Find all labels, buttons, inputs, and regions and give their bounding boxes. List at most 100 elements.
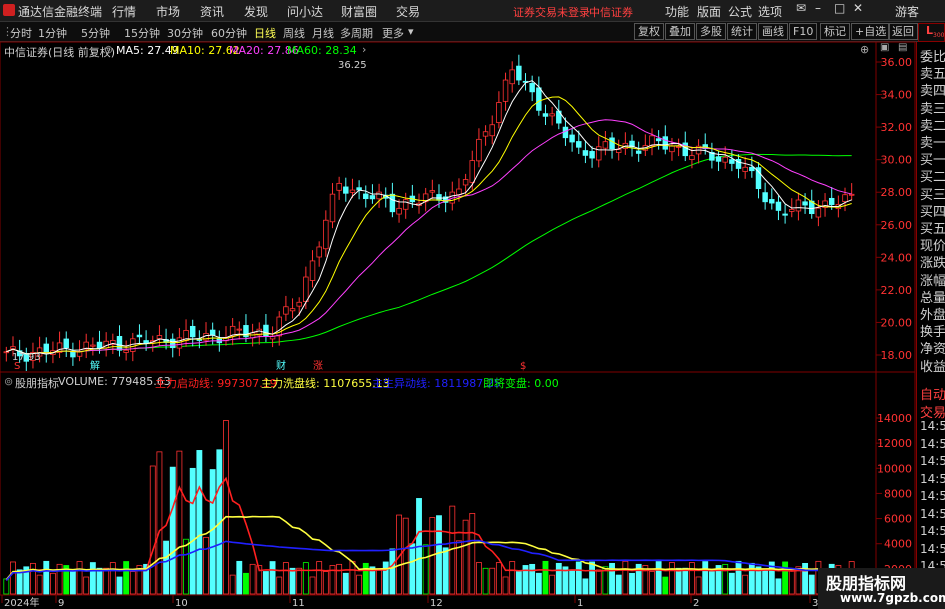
volume-bar [309,576,316,595]
volume-bar [549,574,556,595]
tick-time-label: 14:56 [920,436,945,451]
volume-bar [163,540,170,595]
candle-body [536,87,542,111]
volume-bar [695,576,702,595]
candle-body [529,83,535,93]
volume-bar [156,451,163,595]
volume-bar [209,469,216,595]
volume-bar [762,569,769,595]
volume-bar [109,562,116,595]
candle-body [189,325,196,338]
volume-bar [669,562,675,595]
volume-bar [442,547,449,595]
candle-body [116,336,123,351]
volume-bars [3,420,855,595]
candle-body [369,195,376,200]
candle-body [63,338,69,349]
candle-body [669,145,675,153]
chart-markers: 36.2517.93S 解财涨 $ [12,60,526,372]
volume-bar [229,574,236,595]
price-tick-label: 36.00 [881,56,913,69]
candle-body [462,179,469,186]
volume-bar [529,563,536,595]
volume-bar [289,567,296,595]
date-tick-label: 2 [693,598,699,609]
volume-bar [236,560,243,595]
candle-body [176,337,183,349]
volume-bar [116,576,123,595]
volume-bar [49,572,56,595]
candle-body [136,334,143,338]
volume-bar [742,574,749,595]
volume-bar [76,561,83,595]
candle-body [496,102,502,124]
volume-bar [495,562,502,595]
volume-bar [169,466,176,595]
candle-body [309,260,316,281]
event-marker: 涨 [313,360,323,372]
candle-body [209,329,216,336]
candle-body [316,246,322,258]
candle-body [689,155,695,160]
side-panel-label: 外盘 [920,308,945,323]
candle-body [43,343,49,354]
chart-frame [0,41,916,596]
price-tick-label: 18.00 [881,349,913,362]
candle-body [123,349,129,353]
side-panel-label: 换手 [920,325,945,341]
side-panel-label: 涨跌 [920,256,945,272]
side-panel-tab[interactable]: 自动 [920,384,945,403]
volume-bar [655,561,662,595]
volume-bar [83,576,90,595]
volume-bar [30,562,36,595]
candle-body [389,193,396,213]
candle-body [582,150,589,156]
volume-bar [262,571,269,595]
candle-body [509,69,515,85]
volume-bar [282,562,289,595]
candle-body [729,159,735,164]
tick-time-label: 14:56 [920,489,945,503]
side-panel-label: 卖三 [920,101,945,117]
candle-body [336,182,342,191]
price-tick-label: 28.00 [881,186,913,199]
ma60-line [6,153,852,355]
volume-bar [36,574,43,595]
volume-bar [249,563,256,595]
price-tick-label: 30.00 [881,154,913,167]
candle-body [356,187,362,191]
candle-body [489,124,495,137]
candle-body [376,191,382,200]
side-panel-tab[interactable]: 交易 [920,402,945,421]
volume-bar [183,538,189,595]
candle-body [635,150,642,154]
volume-bar [728,572,735,595]
candle-body [3,351,10,354]
candle-body [456,188,462,196]
candle-body [596,146,602,161]
quote-side-panel: 委比 卖五 卖四 卖三 卖二 卖一 买一 买二 买三 买四 买五 现价 涨跌 涨幅 总量 外盘 换手 净资 收益 自动… [916,42,945,609]
candle-body [363,193,369,200]
volume-bar [223,420,229,595]
volume-bar [103,567,110,595]
kline-chart[interactable]: 36.00 34.00 32.00 30.00 28.00 26.00 24.00 22.00… [0,0,945,609]
candle-body [196,339,203,341]
candle-body [715,156,722,162]
event-marker: $ [520,361,526,372]
date-tick-label: 9 [58,598,64,609]
candle-body [569,134,575,143]
volume-bar [342,572,349,595]
price-axis: 36.00 34.00 32.00 30.00 28.00 26.00 24.00 22.00… [876,56,912,362]
volume-bar [802,562,809,595]
volume-bar [203,536,209,595]
candle-body [802,201,808,206]
volume-tick-label: 14000 [877,412,912,425]
date-tick-label: 1 [577,598,583,609]
volume-tick-label: 4000 [884,538,912,551]
date-axis: 2024年 9 10 11 12 1 2 3 [1,595,818,609]
volume-bar [469,513,476,595]
volume-bar [788,569,795,595]
volume-bar [622,560,629,595]
candle-body [476,138,482,162]
volume-bar [376,569,383,595]
